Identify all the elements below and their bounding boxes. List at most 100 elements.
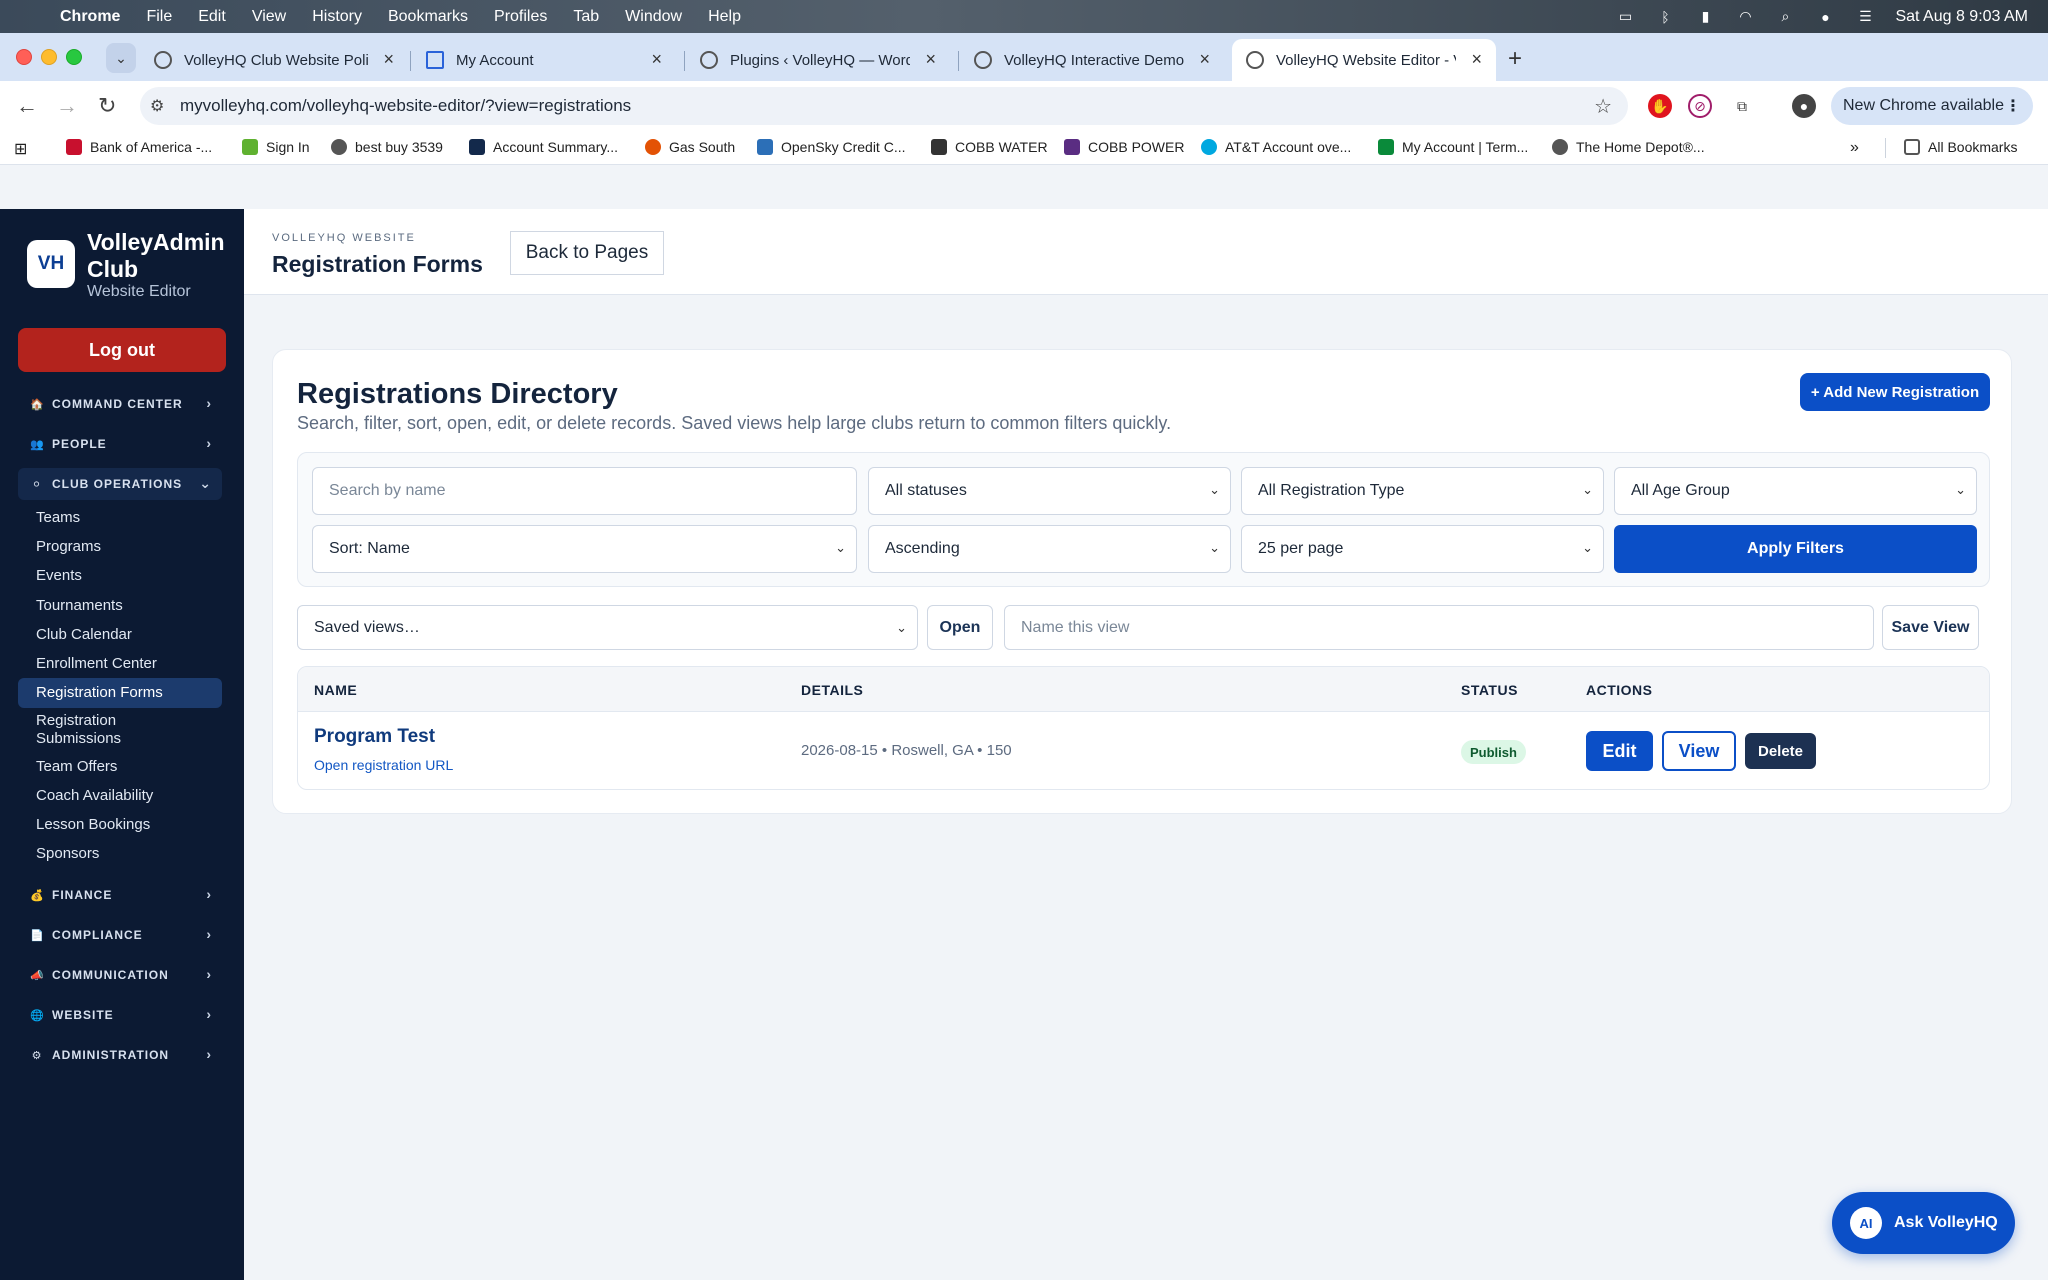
per-page-select[interactable]: 25 per page ⌄ [1241,525,1604,573]
registration-type-select[interactable]: All Registration Type ⌄ [1241,467,1604,515]
menu-clock[interactable]: Sat Aug 8 9:03 AM [1895,8,2028,26]
sidebar-item-sponsors[interactable]: Sponsors [18,841,222,867]
wifi-icon[interactable]: ◠ [1735,8,1755,25]
forward-arrow-icon[interactable]: → [56,93,78,119]
logout-button[interactable]: Log out [18,328,226,372]
menu-app-name[interactable]: Chrome [60,8,120,26]
address-url[interactable]: myvolleyhq.com/volleyhq-website-editor/?… [180,96,631,116]
search-input[interactable]: Search by name [312,467,857,515]
sort-order-select[interactable]: Ascending ⌄ [868,525,1231,573]
battery-icon[interactable]: ▮ [1695,8,1715,25]
bookmark-gas-south[interactable]: Gas South [645,139,735,155]
bookmark-star-icon[interactable]: ☆ [1594,94,1612,119]
bookmark-home-depot[interactable]: The Home Depot®... [1552,139,1705,155]
nav-section-command-center[interactable]: 🏠 COMMAND CENTER › [18,388,222,420]
age-group-select[interactable]: All Age Group ⌄ [1614,467,1977,515]
menu-window[interactable]: Window [625,8,682,26]
sidebar-item-programs[interactable]: Programs [18,534,222,560]
sidebar-item-registration-forms[interactable]: Registration Forms [18,678,222,708]
nav-section-club-operations[interactable]: ⚪ CLUB OPERATIONS ⌄ [18,468,222,500]
extensions-puzzle-icon[interactable]: ⧉ [1730,94,1754,118]
column-header-status[interactable]: STATUS [1461,682,1518,698]
ask-volleyhq-button[interactable]: AI Ask VolleyHQ [1832,1192,2015,1254]
sidebar-item-events[interactable]: Events [18,563,222,589]
control-center-icon[interactable]: ☰ [1855,8,1875,25]
blocker-extension-icon[interactable]: ⊘ [1688,94,1712,118]
kebab-menu-icon[interactable]: ⋮ [2005,96,2021,116]
bookmark-bank-of-america[interactable]: Bank of America -... [66,139,212,155]
back-to-pages-button[interactable]: Back to Pages [510,231,664,275]
sidebar-item-teams[interactable]: Teams [18,505,222,531]
nav-section-finance[interactable]: 💰 FINANCE › [18,879,222,911]
close-tab-icon[interactable]: × [1471,49,1482,70]
sidebar-item-coach-availability[interactable]: Coach Availability [18,783,222,809]
nav-section-people[interactable]: 👥 PEOPLE › [18,428,222,460]
menu-help[interactable]: Help [708,8,741,26]
bookmark-account-summary[interactable]: Account Summary... [469,139,618,155]
column-header-details[interactable]: DETAILS [801,682,863,698]
tab-website-editor[interactable]: VolleyHQ Website Editor - Vol × [1232,39,1496,81]
save-view-button[interactable]: Save View [1882,605,1979,650]
tab-plugins-wordpress[interactable]: Plugins ‹ VolleyHQ — WordPr × [686,39,950,81]
tab-interactive-demo[interactable]: VolleyHQ Interactive Demo - V × [960,39,1224,81]
saved-views-select[interactable]: Saved views… ⌄ [297,605,918,650]
sidebar-item-tournaments[interactable]: Tournaments [18,593,222,619]
menu-profiles[interactable]: Profiles [494,8,547,26]
new-tab-plus-icon[interactable]: + [1508,45,1522,73]
siri-icon[interactable]: ● [1815,9,1835,25]
bookmark-my-account-term[interactable]: My Account | Term... [1378,139,1528,155]
close-window-button[interactable] [16,49,32,65]
close-tab-icon[interactable]: × [925,49,936,70]
open-registration-url-link[interactable]: Open registration URL [314,757,453,773]
delete-button[interactable]: Delete [1745,733,1816,769]
bookmark-sign-in[interactable]: Sign In [242,139,310,155]
close-tab-icon[interactable]: × [383,49,394,70]
edit-button[interactable]: Edit [1586,731,1653,771]
menu-tab[interactable]: Tab [573,8,599,26]
sort-select[interactable]: Sort: Name ⌄ [312,525,857,573]
tab-club-website-polish[interactable]: VolleyHQ Club Website Polish × [140,39,408,81]
nav-section-communication[interactable]: 📣 COMMUNICATION › [18,959,222,991]
reload-icon[interactable]: ↻ [98,93,116,119]
nav-section-compliance[interactable]: 📄 COMPLIANCE › [18,919,222,951]
profile-avatar-icon[interactable]: ● [1792,94,1816,118]
more-bookmarks-chevron-icon[interactable]: » [1850,139,1859,157]
menu-edit[interactable]: Edit [198,8,226,26]
apps-grid-icon[interactable]: ⊞ [14,139,27,159]
address-bar[interactable]: ⚙ myvolleyhq.com/volleyhq-website-editor… [140,87,1628,125]
close-tab-icon[interactable]: × [1199,49,1210,70]
menu-file[interactable]: File [146,8,172,26]
bookmark-cobb-water[interactable]: COBB WATER [931,139,1048,155]
bookmark-att[interactable]: AT&T Account ove... [1201,139,1351,155]
new-chrome-available-button[interactable]: New Chrome available ⋮ [1831,87,2033,125]
back-arrow-icon[interactable]: ← [16,93,38,119]
add-new-registration-button[interactable]: + Add New Registration [1800,373,1990,411]
bookmark-best-buy[interactable]: best buy 3539 [331,139,443,155]
display-icon[interactable]: ▭ [1615,8,1635,25]
tab-my-account[interactable]: My Account × [412,39,676,81]
bookmark-cobb-power[interactable]: COBB POWER [1064,139,1184,155]
view-button[interactable]: View [1662,731,1736,771]
apply-filters-button[interactable]: Apply Filters [1614,525,1977,573]
zoom-window-button[interactable] [66,49,82,65]
sidebar-item-team-offers[interactable]: Team Offers [18,754,222,780]
nav-section-administration[interactable]: ⚙ ADMINISTRATION › [18,1039,222,1071]
nav-section-website[interactable]: 🌐 WEBSITE › [18,999,222,1031]
sidebar-item-registration-submissions[interactable]: Registration Submissions [18,711,198,749]
view-name-input[interactable]: Name this view [1004,605,1874,650]
sidebar-item-club-calendar[interactable]: Club Calendar [18,622,222,648]
open-view-button[interactable]: Open [927,605,993,650]
close-tab-icon[interactable]: × [651,49,662,70]
tab-search-chevron-icon[interactable]: ⌄ [106,43,136,73]
status-select[interactable]: All statuses ⌄ [868,467,1231,515]
menu-history[interactable]: History [312,8,362,26]
registration-name-link[interactable]: Program Test [314,726,435,748]
bluetooth-icon[interactable]: ᛒ [1655,9,1675,25]
all-bookmarks-folder[interactable]: All Bookmarks [1904,139,2017,155]
sidebar-item-enrollment-center[interactable]: Enrollment Center [18,651,222,677]
bookmark-opensky[interactable]: OpenSky Credit C... [757,139,906,155]
site-info-icon[interactable]: ⚙ [150,96,164,116]
menu-view[interactable]: View [252,8,286,26]
spotlight-icon[interactable]: ⌕ [1775,8,1795,25]
adblock-extension-icon[interactable]: ✋ [1648,94,1672,118]
